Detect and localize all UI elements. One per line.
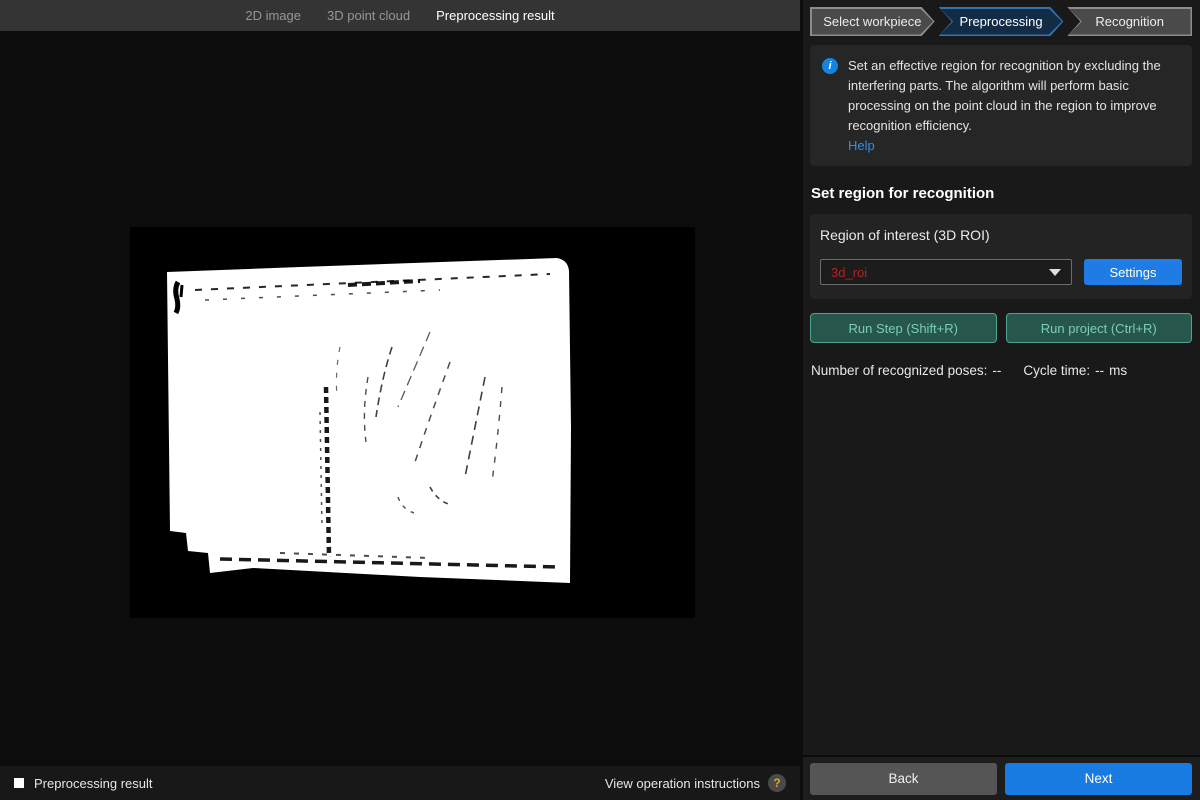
- view-instructions-label[interactable]: View operation instructions: [605, 776, 760, 791]
- roi-panel: Region of interest (3D ROI) 3d_roi Setti…: [810, 214, 1192, 299]
- preprocessing-result-image[interactable]: [130, 227, 695, 618]
- result-stats: Number of recognized poses: -- Cycle tim…: [811, 363, 1192, 378]
- cycle-time-label: Cycle time:: [1023, 363, 1091, 378]
- roi-dropdown[interactable]: 3d_roi: [820, 259, 1072, 285]
- wizard-footer: Back Next: [803, 755, 1200, 800]
- run-buttons-row: Run Step (Shift+R) Run project (Ctrl+R): [810, 313, 1192, 343]
- wizard-steps: Select workpiece Preprocessing Recogniti…: [810, 7, 1193, 36]
- settings-button[interactable]: Settings: [1084, 259, 1182, 285]
- info-text: Set an effective region for recognition …: [848, 58, 1161, 133]
- sidebar: Select workpiece Preprocessing Recogniti…: [800, 0, 1200, 800]
- help-question-icon[interactable]: ?: [768, 774, 786, 792]
- next-button[interactable]: Next: [1005, 762, 1192, 795]
- help-link[interactable]: Help: [848, 136, 1180, 156]
- tab-3d-point-cloud[interactable]: 3D point cloud: [327, 6, 410, 25]
- step-recognition[interactable]: Recognition: [1067, 7, 1193, 36]
- point-cloud-render: [167, 258, 571, 583]
- back-button[interactable]: Back: [810, 762, 997, 795]
- poses-value: --: [992, 363, 1002, 378]
- step-preprocessing[interactable]: Preprocessing: [939, 7, 1064, 36]
- run-step-button[interactable]: Run Step (Shift+R): [810, 313, 997, 343]
- cycle-time-value: --: [1095, 363, 1105, 378]
- roi-selected-value: 3d_roi: [831, 264, 868, 280]
- status-left-label: Preprocessing result: [34, 775, 153, 791]
- step-select-workpiece[interactable]: Select workpiece: [810, 7, 935, 36]
- section-title: Set region for recognition: [811, 185, 995, 202]
- status-bar: Preprocessing result View operation inst…: [0, 766, 800, 800]
- poses-label: Number of recognized poses:: [811, 363, 988, 378]
- tab-preprocessing-result[interactable]: Preprocessing result: [436, 6, 555, 25]
- roi-label: Region of interest (3D ROI): [820, 227, 990, 243]
- info-icon: i: [822, 58, 838, 74]
- legend-square-icon: [14, 778, 24, 788]
- tab-2d-image[interactable]: 2D image: [245, 6, 301, 25]
- info-box: i Set an effective region for recognitio…: [810, 45, 1192, 166]
- view-tabs-bar: 2D image 3D point cloud Preprocessing re…: [0, 0, 800, 31]
- cycle-time-unit: ms: [1109, 363, 1128, 378]
- chevron-down-icon: [1049, 268, 1061, 276]
- run-project-button[interactable]: Run project (Ctrl+R): [1005, 313, 1192, 343]
- point-cloud-viewport[interactable]: [0, 31, 800, 766]
